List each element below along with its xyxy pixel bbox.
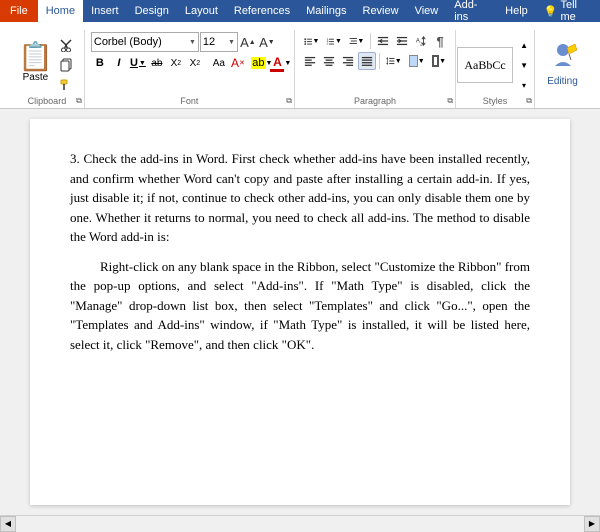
paste-icon: 📋 <box>18 43 53 71</box>
bullets-arrow[interactable]: ▼ <box>312 38 319 45</box>
multilevel-list-button[interactable]: ▼ <box>346 32 367 50</box>
font-color-arrow[interactable]: ▼ <box>284 60 291 67</box>
paragraph-2: Right-click on any blank space in the Ri… <box>70 257 530 355</box>
underline-dropdown-arrow[interactable]: ▼ <box>139 60 146 67</box>
scroll-right-button[interactable]: ▶ <box>584 516 600 532</box>
line-spacing-arrow[interactable]: ▼ <box>395 58 402 65</box>
paragraph-1: 3. Check the add-ins in Word. First chec… <box>70 149 530 247</box>
numbering-arrow[interactable]: ▼ <box>335 38 342 45</box>
format-painter-button[interactable] <box>56 76 76 94</box>
menu-design[interactable]: Design <box>127 0 177 22</box>
editing-group: Editing <box>535 30 590 108</box>
svg-text:3.: 3. <box>327 42 330 46</box>
lightbulb-icon: 💡 <box>544 5 558 18</box>
menu-help[interactable]: Help <box>497 0 536 22</box>
paragraph-label: Paragraph <box>295 96 455 106</box>
font-expand-icon[interactable]: ⧉ <box>286 96 292 106</box>
font-group: Corbel (Body) ▼ 12 ▼ A▲ A▼ B I U <box>85 30 295 108</box>
multilevel-arrow[interactable]: ▼ <box>357 38 364 45</box>
ribbon-main: 📋 Paste Clipboard ⧉ <box>6 26 594 108</box>
editing-button[interactable]: Editing <box>539 38 587 89</box>
styles-group: AaBbCc ▲ ▼ ▾ Styles ⧉ <box>456 30 535 108</box>
paragraph-expand-icon[interactable]: ⧉ <box>447 96 453 106</box>
clipboard-group: 📋 Paste Clipboard ⧉ <box>10 30 85 108</box>
clipboard-expand-icon[interactable]: ⧉ <box>76 96 82 106</box>
clipboard-label: Clipboard <box>10 96 84 106</box>
change-case-button[interactable]: Aa <box>210 54 228 72</box>
justify-button[interactable] <box>358 52 376 70</box>
font-size-selector[interactable]: 12 ▼ <box>200 32 238 52</box>
show-hide-button[interactable]: ¶ <box>431 32 449 50</box>
align-left-button[interactable] <box>301 52 319 70</box>
editing-icon <box>547 40 579 76</box>
para-sep1 <box>370 33 371 49</box>
numbering-button[interactable]: 1.2.3. ▼ <box>323 32 344 50</box>
bold-button[interactable]: B <box>91 54 109 72</box>
svg-text:A: A <box>416 39 420 45</box>
styles-scroll-up[interactable]: ▲ <box>515 36 533 54</box>
increase-indent-button[interactable] <box>393 32 411 50</box>
menu-tell-me[interactable]: 💡 Tell me <box>536 0 600 22</box>
bullets-button[interactable]: ▼ <box>301 32 322 50</box>
font-color-button[interactable]: A ▼ <box>272 54 290 72</box>
font-label: Font <box>85 96 294 106</box>
text-highlight-button[interactable]: ab ▼ <box>253 54 271 72</box>
menu-file[interactable]: File <box>0 0 38 22</box>
scroll-left-button[interactable]: ◀ <box>0 516 16 532</box>
document-text: 3. Check the add-ins in Word. First chec… <box>70 149 530 354</box>
font-grow-button[interactable]: A▲ <box>239 34 257 50</box>
document-area: 3. Check the add-ins in Word. First chec… <box>0 109 600 515</box>
styles-scroll-down[interactable]: ▼ <box>515 56 533 74</box>
bottom-scrollbar: ◀ ▶ <box>0 515 600 531</box>
borders-button[interactable]: ▼ <box>429 52 449 70</box>
font-shrink-button[interactable]: A▼ <box>258 34 276 50</box>
paragraph-group: ▼ 1.2.3. ▼ ▼ <box>295 30 456 108</box>
shading-button[interactable]: ▼ <box>406 52 428 70</box>
line-spacing-button[interactable]: ▼ <box>383 52 405 70</box>
italic-button[interactable]: I <box>110 54 128 72</box>
menu-references[interactable]: References <box>226 0 298 22</box>
copy-button[interactable] <box>56 56 76 74</box>
align-center-button[interactable] <box>320 52 338 70</box>
underline-button[interactable]: U ▼ <box>129 54 147 72</box>
cut-button[interactable] <box>56 36 76 54</box>
borders-arrow[interactable]: ▼ <box>439 58 446 65</box>
document-page[interactable]: 3. Check the add-ins in Word. First chec… <box>30 119 570 505</box>
paste-button[interactable]: 📋 Paste <box>16 41 55 85</box>
menu-insert[interactable]: Insert <box>83 0 127 22</box>
styles-more[interactable]: ▾ <box>515 76 533 94</box>
para-sep2 <box>379 53 380 69</box>
paste-label: Paste <box>23 72 49 83</box>
sort-button[interactable]: AZ <box>412 32 430 50</box>
menu-addins[interactable]: Add-ins <box>446 0 497 22</box>
font-name-selector[interactable]: Corbel (Body) ▼ <box>91 32 199 52</box>
menu-home[interactable]: Home <box>38 0 83 22</box>
font-size-dropdown-arrow[interactable]: ▼ <box>228 39 235 46</box>
shading-arrow[interactable]: ▼ <box>418 58 425 65</box>
editing-label: Editing <box>547 76 578 87</box>
align-right-button[interactable] <box>339 52 357 70</box>
styles-expand-icon[interactable]: ⧉ <box>526 96 532 106</box>
menu-bar: File Home Insert Design Layout Reference… <box>0 0 600 22</box>
decrease-indent-button[interactable] <box>374 32 392 50</box>
horizontal-scrollbar-track[interactable] <box>16 516 584 532</box>
clear-formatting-button[interactable]: A✕ <box>229 54 247 72</box>
ribbon: 📋 Paste Clipboard ⧉ <box>0 22 600 109</box>
styles-label: Styles <box>456 96 534 106</box>
font-name-dropdown-arrow[interactable]: ▼ <box>189 39 196 46</box>
strikethrough-button[interactable]: ab <box>148 54 166 72</box>
subscript-button[interactable]: X2 <box>167 54 185 72</box>
menu-mailings[interactable]: Mailings <box>298 0 354 22</box>
superscript-button[interactable]: X2 <box>186 54 204 72</box>
menu-view[interactable]: View <box>407 0 447 22</box>
styles-normal-preview[interactable]: AaBbCc <box>457 47 513 83</box>
menu-layout[interactable]: Layout <box>177 0 226 22</box>
menu-review[interactable]: Review <box>355 0 407 22</box>
